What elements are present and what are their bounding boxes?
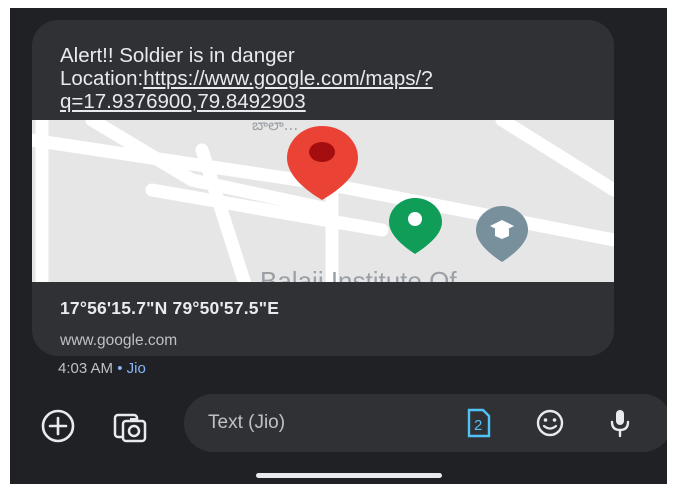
message-meta: 4:03 AM • Jio (58, 360, 146, 377)
link-card-domain: www.google.com (60, 332, 178, 349)
gallery-button[interactable] (108, 404, 152, 448)
sim-select-button[interactable]: 2 (464, 408, 494, 438)
message-time: 4:03 AM (58, 360, 114, 377)
message-bubble[interactable]: Alert!! Soldier is in danger Location:ht… (32, 20, 614, 356)
messages-screen: Alert!! Soldier is in danger Location:ht… (10, 8, 667, 484)
map-graphic: Balaji Institute Of బాలా... (32, 120, 614, 282)
message-text: Alert!! Soldier is in danger Location:ht… (60, 44, 600, 113)
message-carrier: Jio (126, 360, 146, 377)
add-attachment-button[interactable] (38, 406, 78, 446)
map-preview[interactable]: Balaji Institute Of బాలా... (32, 120, 614, 282)
map-label-top: బాలా... (252, 120, 298, 134)
emoji-icon (536, 409, 564, 437)
map-label-bottom: Balaji Institute Of (260, 266, 457, 282)
link-card-coordinates: 17°56'15.7"N 79°50'57.5"E (60, 298, 280, 318)
sim-badge-number: 2 (474, 417, 482, 434)
sim-icon: 2 (467, 408, 491, 438)
mic-icon (610, 410, 630, 438)
compose-placeholder: Text (Jio) (208, 412, 286, 433)
compose-field[interactable]: Text (Jio) 2 (184, 394, 667, 452)
meta-separator: • (117, 360, 123, 377)
gallery-icon (113, 413, 147, 443)
emoji-button[interactable] (534, 407, 566, 439)
gesture-handle[interactable] (256, 473, 442, 478)
add-icon (41, 409, 75, 443)
voice-input-button[interactable] (604, 406, 636, 440)
message-alert-text: Alert!! Soldier is in danger (60, 44, 295, 67)
location-prefix: Location: (60, 67, 144, 90)
